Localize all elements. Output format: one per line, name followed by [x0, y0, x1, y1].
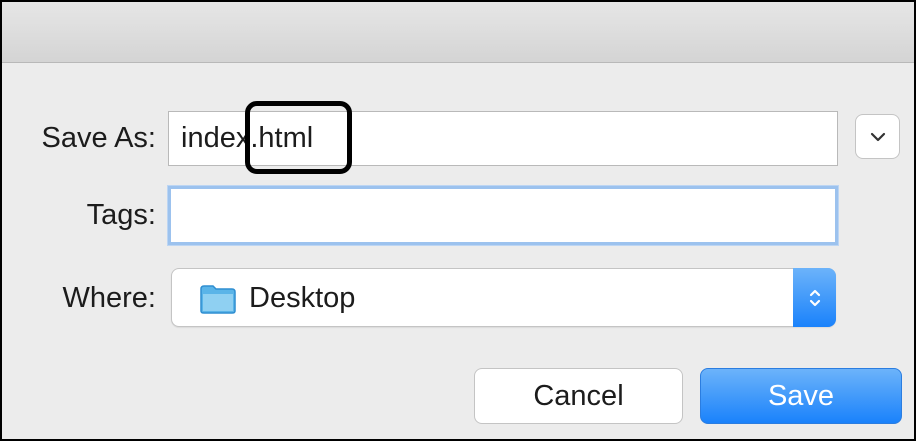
popup-stepper[interactable] — [793, 268, 836, 327]
expand-button[interactable] — [855, 114, 900, 159]
where-value: Desktop — [249, 282, 356, 314]
cancel-button[interactable]: Cancel — [474, 368, 683, 424]
annotation-highlight-box — [245, 101, 352, 174]
where-label: Where: — [62, 282, 156, 314]
save-as-label: Save As: — [41, 122, 156, 154]
folder-icon — [200, 285, 236, 314]
title-bar — [2, 2, 914, 63]
save-dialog: Save As: index.html Tags: Where: Desktop… — [0, 0, 916, 441]
tags-field[interactable] — [168, 186, 838, 245]
up-down-arrows-icon — [809, 289, 820, 306]
tags-label: Tags: — [86, 199, 156, 231]
save-button[interactable]: Save — [700, 368, 902, 424]
chevron-down-icon — [870, 132, 885, 141]
where-popup[interactable]: Desktop — [171, 268, 836, 327]
